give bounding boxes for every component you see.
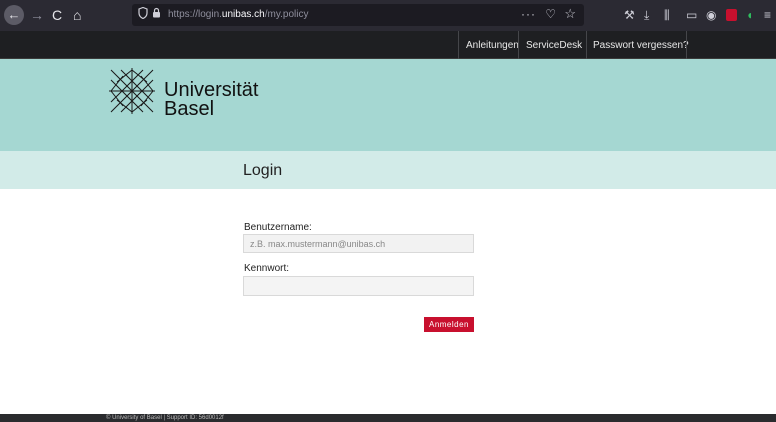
page-title: Login — [243, 162, 283, 179]
sidebar-icon[interactable]: ▭ — [686, 8, 697, 22]
nav-divider — [458, 31, 459, 59]
university-logo-icon — [109, 68, 155, 114]
login-title-band — [0, 151, 776, 189]
bookmark-star-icon[interactable]: ☆ — [564, 6, 576, 22]
nav-divider — [518, 31, 519, 59]
footer-text: © University of Basel | Support ID: 56d0… — [106, 415, 224, 421]
library-icon[interactable]: ⫼ — [664, 8, 670, 22]
ublock-extension-icon[interactable] — [726, 9, 737, 21]
nav-divider — [586, 31, 587, 59]
nav-link-anleitungen[interactable]: Anleitungen — [466, 40, 519, 51]
account-icon[interactable]: ◉ — [706, 8, 716, 22]
download-icon[interactable]: ⤓ — [644, 8, 649, 22]
browser-toolbar: ← → C ⌂ https://login.unibas.ch/my.polic… — [0, 0, 776, 31]
hamburger-menu-icon[interactable]: ≡ — [764, 8, 771, 22]
extension-green-icon[interactable]: ◖ — [746, 8, 753, 22]
password-input[interactable] — [243, 276, 474, 296]
back-button[interactable]: ← — [4, 5, 24, 25]
site-footer: © University of Basel | Support ID: 56d0… — [0, 414, 776, 422]
username-input[interactable] — [243, 234, 474, 253]
password-label: Kennwort: — [244, 263, 290, 274]
pocket-icon[interactable]: ♡ — [545, 7, 556, 21]
url-text[interactable]: https://login.unibas.ch/my.policy — [168, 9, 308, 20]
nav-link-servicedesk[interactable]: ServiceDesk — [526, 40, 582, 51]
page-actions-icon[interactable]: ··· — [521, 7, 536, 21]
url-prefix: https://login. — [168, 9, 222, 20]
login-submit-button[interactable]: Anmelden — [424, 317, 474, 332]
lock-icon[interactable] — [152, 7, 161, 21]
reload-button[interactable]: C — [52, 7, 62, 23]
tools-icon[interactable]: ⚒ — [624, 8, 635, 22]
forward-button[interactable]: → — [30, 7, 44, 23]
brand-name-line2: Basel — [164, 98, 215, 120]
url-path: /my.policy — [264, 9, 309, 20]
url-host: unibas.ch — [221, 9, 265, 20]
username-label: Benutzername: — [244, 222, 312, 233]
nav-divider — [686, 31, 687, 59]
address-bar[interactable]: https://login.unibas.ch/my.policy ··· ♡ … — [132, 4, 584, 26]
tracking-shield-icon[interactable] — [138, 6, 148, 22]
site-top-nav: Anleitungen ServiceDesk Passwort vergess… — [0, 31, 776, 59]
home-button[interactable]: ⌂ — [73, 7, 81, 23]
nav-link-passwort-vergessen[interactable]: Passwort vergessen? — [593, 40, 689, 51]
